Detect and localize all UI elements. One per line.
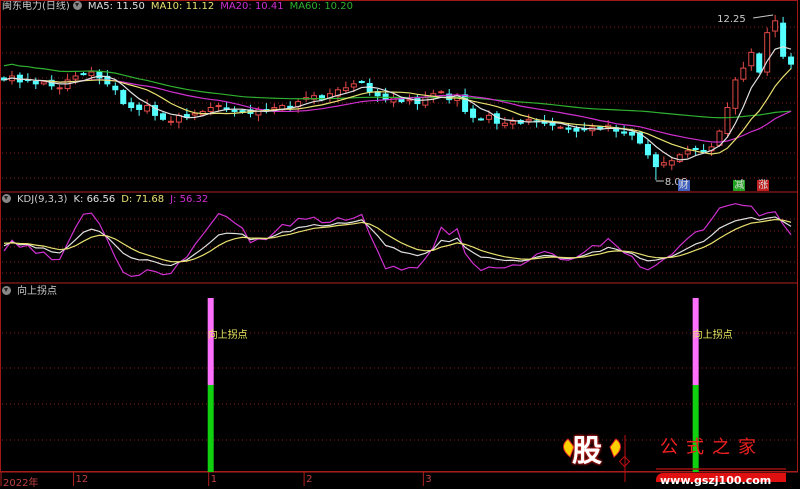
candle-body [80, 73, 87, 76]
candle-body [652, 154, 659, 168]
candle-body [732, 79, 739, 109]
candle-body [112, 85, 119, 91]
candle-body [167, 120, 174, 123]
candle-body [557, 126, 564, 129]
candle-body [96, 71, 103, 79]
event-marker[interactable]: 涨 [757, 180, 770, 191]
candle-body [144, 105, 151, 112]
candle-body [207, 107, 214, 112]
candle-body [629, 131, 636, 136]
candle-body [668, 160, 675, 166]
candle-body [692, 147, 699, 150]
candle-body [342, 87, 349, 92]
x-tick-label: 3 [425, 474, 432, 485]
candle-body [40, 81, 47, 85]
candle-body [215, 105, 222, 108]
candle-body [350, 83, 357, 88]
candle-body [724, 107, 731, 135]
signal-bar-top [207, 298, 214, 385]
candle-body [573, 127, 580, 132]
x-tick-label: 12 [75, 474, 89, 485]
event-marker[interactable]: 财 [677, 180, 690, 191]
candle-body [485, 114, 492, 120]
candle-body [136, 104, 143, 110]
candle-body [764, 32, 771, 73]
candle-body [700, 149, 707, 152]
event-marker[interactable]: 减 [733, 180, 746, 191]
candle-body [120, 90, 127, 105]
candle-body [32, 81, 39, 85]
candle-body [56, 87, 63, 90]
candle-body [470, 108, 477, 118]
signal-label: 向上拐点 [207, 330, 248, 341]
ma20-line [3, 77, 792, 143]
candle-body [160, 113, 166, 120]
x-tick-label: 2 [306, 474, 313, 485]
signal-label: 向上拐点 [692, 330, 733, 341]
candle-body [72, 75, 79, 80]
candle-body [422, 97, 429, 106]
candle-body [128, 102, 135, 109]
watermark-logo: 股 公式之家 www.gszj100.com [556, 427, 786, 487]
candle-body [438, 91, 445, 94]
candle-body [255, 108, 262, 116]
candle-body [756, 53, 763, 73]
candle-body [271, 107, 278, 110]
logo-name: 公式之家 [660, 437, 764, 458]
candle-body [191, 112, 198, 116]
candle-body [780, 22, 787, 57]
candle-body [788, 56, 795, 65]
candle-body [565, 127, 572, 130]
signal-bar-top [692, 298, 699, 385]
candle-body [493, 113, 500, 124]
x-tick-label: 2022年 [3, 478, 39, 489]
signal-bar-bottom [207, 385, 214, 472]
chart-canvas[interactable]: 12.258.06 [0, 0, 800, 486]
candle-body [525, 118, 532, 122]
candle-body [231, 109, 238, 112]
candle-body [644, 144, 651, 156]
candle-body [772, 20, 779, 32]
candle-body [501, 122, 508, 127]
logo-badge: 股 [572, 434, 602, 469]
candle-body [88, 71, 95, 77]
high-arrow [753, 14, 774, 19]
candle-body [748, 51, 755, 67]
x-tick-label: 1 [210, 474, 218, 485]
candle-body [358, 81, 365, 83]
candle-body [478, 118, 484, 121]
candle-body [621, 131, 628, 134]
candle-body [660, 162, 667, 166]
candle-body [406, 99, 413, 102]
candle-body [509, 120, 516, 125]
candle-body [740, 67, 747, 80]
chart-frame [0, 0, 798, 472]
high-price-label: 12.25 [717, 14, 746, 25]
candle-body [684, 150, 691, 155]
